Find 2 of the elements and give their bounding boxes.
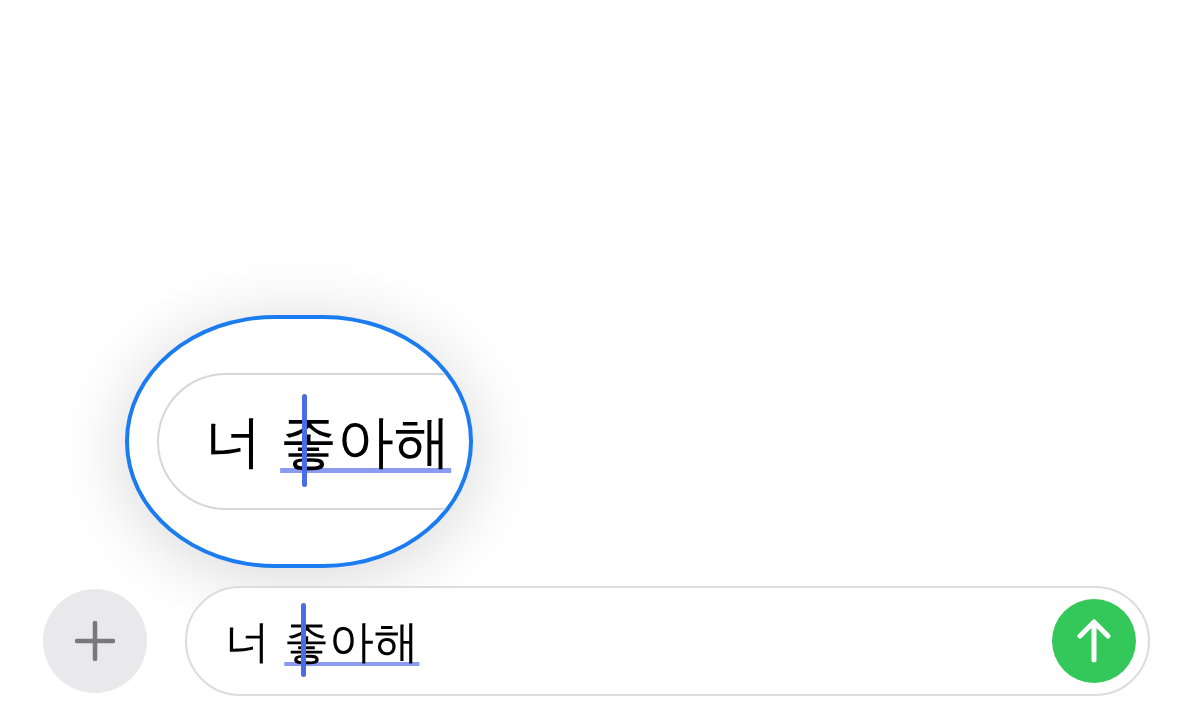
plus-icon — [75, 621, 115, 661]
arrow-up-icon — [1076, 619, 1112, 663]
